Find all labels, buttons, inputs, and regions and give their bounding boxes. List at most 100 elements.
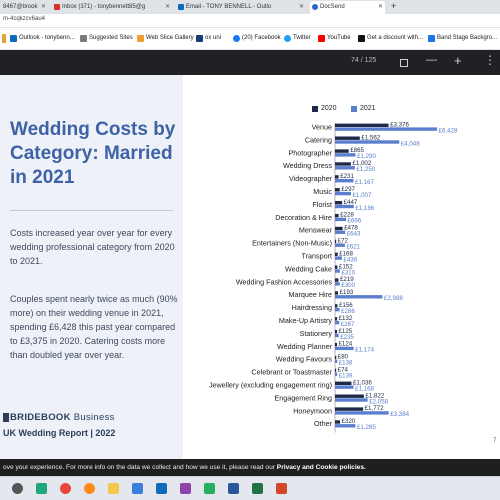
- tab-label: 8467@brook: [3, 4, 38, 10]
- bar-2021: [335, 424, 356, 428]
- bookmark-suggested-sites[interactable]: Suggested Sites: [80, 33, 133, 44]
- divider: [10, 210, 173, 211]
- bar-2021: [335, 398, 368, 402]
- legend-swatch-2021: [351, 106, 357, 112]
- bookmark-facebook[interactable]: (20) Facebook: [233, 33, 281, 44]
- privacy-policy-link[interactable]: Privacy and Cookie policies.: [277, 464, 366, 471]
- data-label-2021: £1,186: [355, 205, 374, 212]
- legend-label-2020: 2020: [321, 105, 337, 112]
- bookmark-icon: [358, 35, 365, 42]
- firefox-icon[interactable]: [84, 483, 95, 494]
- bar-2021: [335, 308, 340, 312]
- tab-1[interactable]: 8467@brook ✕: [0, 1, 48, 14]
- bookmark-band-stage[interactable]: Band Stage Backgro...: [428, 33, 497, 44]
- bar-2021: [335, 359, 338, 363]
- tab-3[interactable]: Email - TONY BENNELL - Outlo ✕: [176, 1, 306, 14]
- bar-2020: [335, 149, 349, 153]
- zoom-out-button[interactable]: —: [426, 54, 437, 66]
- new-tab-button[interactable]: +: [388, 1, 402, 14]
- category-label: Menswear: [299, 226, 333, 235]
- outlook-icon: [10, 35, 17, 42]
- slide-page-number: 7: [493, 438, 497, 444]
- data-label-2020: £1,772: [365, 405, 384, 412]
- mail-icon[interactable]: [156, 483, 167, 494]
- bar-2021: [335, 385, 354, 389]
- data-label-2021: £2,988: [384, 295, 403, 302]
- bar-2020: [335, 162, 351, 166]
- bar-2021: [335, 256, 342, 260]
- edge-icon[interactable]: [36, 483, 47, 494]
- chrome-icon[interactable]: [60, 483, 71, 494]
- media-icon[interactable]: [180, 483, 191, 494]
- bar-2021: [335, 204, 354, 209]
- close-icon[interactable]: ✕: [299, 1, 304, 13]
- folder-icon[interactable]: [108, 483, 119, 494]
- bookmark-web-slice[interactable]: Web Slice Gallery: [137, 33, 194, 44]
- category-label: Celebrant or Toastmaster: [251, 368, 332, 377]
- bookmark-icon: [137, 35, 144, 42]
- bar-2021: [335, 295, 383, 299]
- outlook-icon: [178, 4, 184, 10]
- wedding-costs-bar-chart: Venue £3,376 £6,428 Catering £1,562 £4,048 Pho…: [209, 121, 458, 433]
- bar-2020: [335, 317, 338, 321]
- category-label: Catering: [305, 135, 332, 144]
- browser-tab-bar: 8467@brook ✕ Inbox (371) - tonybennett85@…: [0, 0, 500, 14]
- search-icon[interactable]: [12, 483, 23, 494]
- data-label-2021: £3,384: [390, 411, 409, 418]
- bar-2021: [335, 140, 400, 144]
- tab-2[interactable]: Inbox (371) - tonybennett85@g ✕: [52, 1, 172, 14]
- more-icon[interactable]: ⋮: [484, 53, 496, 67]
- bar-2020: [335, 226, 343, 231]
- zoom-in-button[interactable]: +: [454, 53, 462, 68]
- cookie-banner: ove your experience. For more info on th…: [0, 459, 500, 476]
- bar-2020: [335, 188, 340, 192]
- category-label: Marquee Hire: [288, 290, 332, 299]
- bar-2021: [335, 320, 340, 325]
- bar-2021: [335, 282, 340, 286]
- brand-name: BRIDEBOOK Business: [10, 412, 115, 423]
- slide-paragraph-1: Costs increased year over year for every…: [10, 228, 175, 266]
- bridebook-logo-icon: [3, 413, 9, 422]
- apps-icon[interactable]: [2, 34, 6, 43]
- store-icon[interactable]: [132, 483, 143, 494]
- bookmark-discount[interactable]: Get a discount with...: [358, 33, 423, 44]
- tab-label: DocSend: [320, 4, 345, 10]
- data-label-2021: £643: [347, 231, 361, 238]
- bar-2020: [335, 239, 337, 244]
- tab-docsend[interactable]: DocSend ✕: [310, 1, 385, 14]
- bookmark-label: Suggested Sites: [89, 35, 133, 41]
- powerpoint-icon[interactable]: [276, 483, 287, 494]
- category-label: Venue: [312, 123, 332, 132]
- fit-page-icon[interactable]: [400, 59, 408, 67]
- bar-2020: [335, 123, 389, 127]
- category-label: Music: [313, 187, 332, 196]
- bookmark-ox-uni[interactable]: ox uni: [196, 33, 221, 44]
- data-label-2020: £1,562: [361, 134, 380, 141]
- bookmark-youtube[interactable]: YouTube: [318, 33, 351, 44]
- bar-2020: [335, 368, 337, 373]
- app-icon[interactable]: [204, 483, 215, 494]
- bookmark-icon: [428, 35, 435, 42]
- bar-2021: [335, 127, 437, 131]
- close-icon[interactable]: ✕: [378, 1, 383, 13]
- close-icon[interactable]: ✕: [41, 1, 46, 13]
- bookmark-label: Outlook - tonybenn...: [19, 35, 75, 41]
- close-icon[interactable]: ✕: [165, 1, 170, 13]
- bookmark-outlook[interactable]: Outlook - tonybenn...: [10, 33, 75, 44]
- bookmark-label: Twitter: [293, 35, 311, 41]
- bar-2021: [335, 411, 389, 415]
- bookmark-twitter[interactable]: Twitter: [284, 33, 311, 44]
- bar-2021: [335, 191, 351, 196]
- word-icon[interactable]: [228, 483, 239, 494]
- excel-icon[interactable]: [252, 483, 263, 494]
- legend-label-2021: 2021: [360, 105, 376, 112]
- category-label: Wedding Favours: [276, 355, 333, 364]
- data-label-2021: £1,250: [356, 166, 375, 173]
- category-label: Wedding Planner: [277, 342, 333, 351]
- category-label: Wedding Fashion Accessories: [236, 277, 333, 286]
- tab-label: Inbox (371) - tonybennett85@g: [62, 4, 146, 10]
- category-label: Honeymoon: [293, 406, 332, 415]
- bar-2021: [335, 179, 354, 183]
- address-bar[interactable]: m-4cqkzcv6au4: [0, 14, 500, 28]
- data-label-2020: £124: [338, 341, 352, 348]
